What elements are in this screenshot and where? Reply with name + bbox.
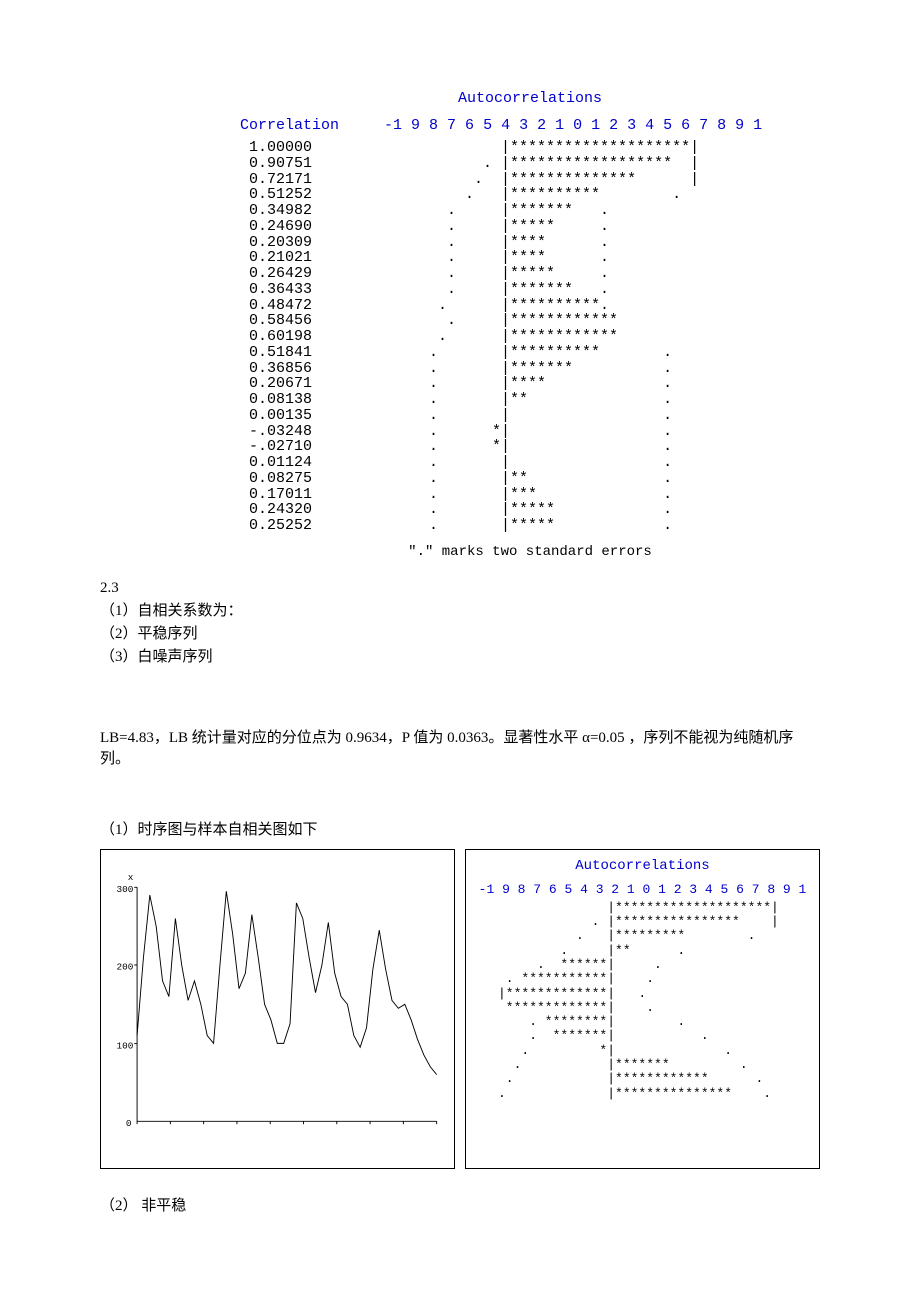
acf-plot-1: Autocorrelations Correlation -1 9 8 7 6 … xyxy=(240,90,820,560)
acf1-row: 0.90751 . |****************** | xyxy=(240,156,820,172)
chart-caption: （1）时序图与样本自相关图如下 xyxy=(100,818,820,839)
acf1-row: 0.58456 . |************ xyxy=(240,313,820,329)
timeseries-svg: x 300 200 100 0 xyxy=(109,858,446,1160)
acf1-row: 0.34982 . |******* . xyxy=(240,203,820,219)
acf1-row: 0.17011 . |*** . xyxy=(240,487,820,503)
section-2-3: 2.3 （1）自相关系数为： （2）平稳序列 （3）白噪声序列 xyxy=(100,580,820,666)
acf1-row: 0.48472 . |**********. xyxy=(240,298,820,314)
acf1-row: 0.24690 . |***** . xyxy=(240,219,820,235)
acf-plot-2: Autocorrelations -1 9 8 7 6 5 4 3 2 1 0 … xyxy=(465,849,820,1169)
acf2-row: . |******* . xyxy=(498,1058,811,1072)
acf2-row: . *| . xyxy=(498,1044,811,1058)
chart-row: x 300 200 100 0 Autocorrelations -1 9 8 … xyxy=(100,849,820,1169)
acf1-row: 0.00135 . | . xyxy=(240,408,820,424)
acf2-row: |********************| xyxy=(498,901,811,915)
acf2-row: . |**************** | xyxy=(498,915,811,929)
acf2-title: Autocorrelations xyxy=(474,858,811,874)
acf1-row: 0.72171 . |************** | xyxy=(240,172,820,188)
acf2-row: . *******| . xyxy=(498,1029,811,1043)
heading-2-3: 2.3 xyxy=(100,580,820,597)
chart-section: （1）时序图与样本自相关图如下 x 300 200 100 0 Autocorr… xyxy=(100,818,820,1169)
acf1-row: 0.26429 . |***** . xyxy=(240,266,820,282)
acf1-row: 0.36433 . |******* . xyxy=(240,282,820,298)
acf1-row: -.02710 . *| . xyxy=(240,439,820,455)
acf1-row: 0.36856 . |******* . xyxy=(240,361,820,377)
acf2-row: . |********* . xyxy=(498,929,811,943)
acf2-row: . |************ . xyxy=(498,1072,811,1086)
svg-text:200: 200 xyxy=(116,961,133,972)
acf1-row: 0.51252 . |********** . xyxy=(240,187,820,203)
y-axis-label: x xyxy=(128,872,134,883)
item-2: （2） 非平稳 xyxy=(100,1194,820,1215)
acf1-header: Correlation -1 9 8 7 6 5 4 3 2 1 0 1 2 3… xyxy=(240,117,820,134)
acf2-row: . |*************** . xyxy=(498,1087,811,1101)
item-2-3-1: （1）自相关系数为： xyxy=(100,599,820,620)
acf2-row: |*************| . xyxy=(498,987,811,1001)
acf2-row: . ********| . xyxy=(498,1015,811,1029)
page: Autocorrelations Correlation -1 9 8 7 6 … xyxy=(0,0,920,1302)
acf1-footer: "." marks two standard errors xyxy=(240,544,820,560)
acf1-row: 0.01124 . | . xyxy=(240,455,820,471)
acf1-rows: 1.00000 |********************| 0.90751 .… xyxy=(240,140,820,534)
acf1-scale: -1 9 8 7 6 5 4 3 2 1 0 1 2 3 4 5 6 7 8 9… xyxy=(384,117,762,134)
acf1-label: Correlation xyxy=(240,117,339,134)
timeseries-chart: x 300 200 100 0 xyxy=(100,849,455,1169)
acf2-row: . ***********| . xyxy=(498,972,811,986)
acf1-row: -.03248 . *| . xyxy=(240,424,820,440)
item-2-3-3: （3）白噪声序列 xyxy=(100,645,820,666)
svg-text:0: 0 xyxy=(126,1118,132,1129)
acf1-row: 0.60198 . |************ xyxy=(240,329,820,345)
acf1-row: 0.21021 . |**** . xyxy=(240,250,820,266)
lb-text: LB=4.83，LB 统计量对应的分位点为 0.9634，P 值为 0.0363… xyxy=(100,726,820,768)
lb-paragraph: LB=4.83，LB 统计量对应的分位点为 0.9634，P 值为 0.0363… xyxy=(100,726,820,768)
acf1-row: 0.08138 . |** . xyxy=(240,392,820,408)
acf2-row: *************| . xyxy=(498,1001,811,1015)
acf1-row: 0.20671 . |**** . xyxy=(240,376,820,392)
acf1-row: 0.24320 . |***** . xyxy=(240,502,820,518)
acf1-row: 0.08275 . |** . xyxy=(240,471,820,487)
acf2-scale: -1 9 8 7 6 5 4 3 2 1 0 1 2 3 4 5 6 7 8 9… xyxy=(474,882,811,897)
item-2-3-2: （2）平稳序列 xyxy=(100,622,820,643)
acf1-row: 0.51841 . |********** . xyxy=(240,345,820,361)
acf2-rows: |********************| . |**************… xyxy=(498,901,811,1101)
acf2-row: . ******| . xyxy=(498,958,811,972)
svg-text:300: 300 xyxy=(116,884,133,895)
acf1-row: 0.20309 . |**** . xyxy=(240,235,820,251)
acf2-row: . |** . xyxy=(498,944,811,958)
acf1-row: 1.00000 |********************| xyxy=(240,140,820,156)
acf1-row: 0.25252 . |***** . xyxy=(240,518,820,534)
acf1-title: Autocorrelations xyxy=(240,90,820,107)
svg-text:100: 100 xyxy=(116,1040,133,1051)
